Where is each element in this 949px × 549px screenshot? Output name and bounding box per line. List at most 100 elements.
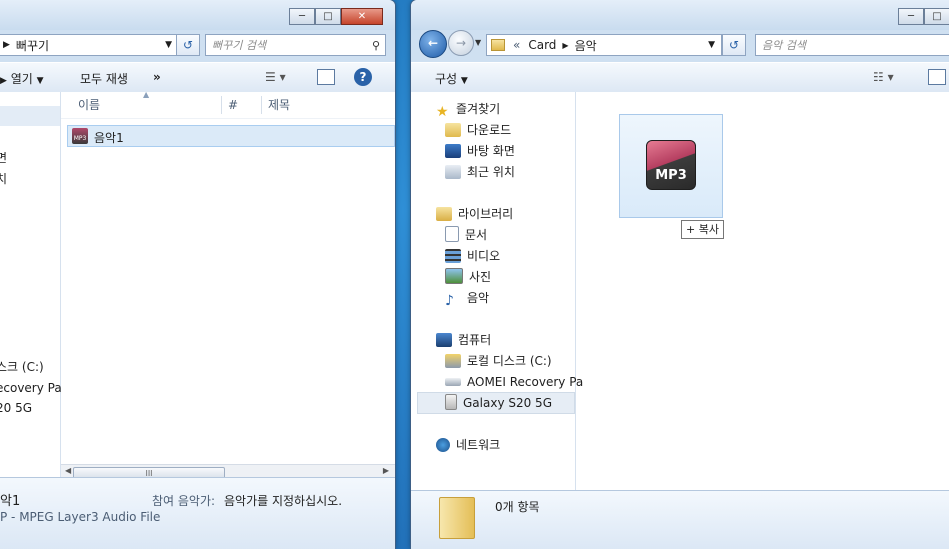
artist-label: 참여 음악가: — [152, 494, 216, 508]
forward-button[interactable]: → — [448, 30, 474, 56]
breadcrumb-overflow[interactable]: « — [513, 38, 520, 52]
nav-item-drive-c[interactable]: 스크 (C:) — [0, 357, 44, 377]
breadcrumb-item[interactable]: 뻐꾸기 — [16, 37, 49, 54]
breadcrumb-item-card[interactable]: Card — [528, 38, 556, 52]
folder-icon — [491, 39, 505, 51]
minimize-button[interactable]: ─ — [289, 8, 315, 25]
column-header-title[interactable]: 제목 — [268, 92, 290, 118]
document-icon — [445, 226, 459, 242]
help-icon[interactable]: ? — [354, 68, 372, 86]
file-row[interactable]: MP3 음악1 — [67, 125, 395, 147]
picture-icon — [445, 268, 463, 284]
nav-libraries[interactable]: 라이브러리 — [436, 204, 513, 224]
nav-label: Galaxy S20 5G — [463, 396, 552, 410]
navigation-pane: ★ 즐겨찾기 다운로드 바탕 화면 최근 위치 라이브러리 문서 비디오 사진 — [411, 92, 583, 490]
nav-item-music[interactable]: ♪ 음악 — [445, 288, 490, 309]
scroll-right-icon[interactable]: ▶ — [383, 466, 389, 475]
scroll-left-icon[interactable]: ◀ — [65, 466, 71, 475]
nav-item[interactable]: 면 — [0, 148, 7, 168]
nav-item-recovery[interactable]: ecovery Pa — [0, 378, 62, 398]
address-dropdown-icon[interactable]: ▼ — [708, 40, 715, 50]
nav-label: 라이브러리 — [458, 207, 514, 221]
preview-pane-icon[interactable] — [928, 69, 946, 85]
nav-label: 로컬 디스크 (C:) — [467, 354, 552, 368]
recent-places-icon — [445, 165, 461, 179]
download-folder-icon — [445, 123, 461, 137]
drag-ghost-tile: MP3 — [619, 114, 723, 218]
nav-label: 컴퓨터 — [458, 333, 492, 347]
hard-drive-icon — [445, 354, 461, 368]
nav-label: 비디오 — [467, 249, 501, 263]
chevron-right-icon: ▶ — [0, 76, 7, 86]
search-input[interactable]: 음악 검색 — [755, 34, 949, 56]
nav-computer[interactable]: 컴퓨터 — [436, 330, 491, 350]
file-name: 음악1 — [94, 131, 124, 145]
nav-item-galaxy[interactable]: Galaxy S20 5G — [445, 393, 552, 413]
column-header-number[interactable]: # — [228, 92, 238, 118]
nav-item-videos[interactable]: 비디오 — [445, 246, 500, 266]
desktop-icon — [445, 144, 461, 158]
address-bar[interactable]: « Card ▶ 음악 ▼ — [486, 34, 722, 56]
nav-label: 음악 — [467, 291, 490, 305]
nav-item-documents[interactable]: 문서 — [445, 225, 487, 245]
breadcrumb-arrow-icon: ▶ — [562, 40, 569, 50]
nav-favorites[interactable]: ★ 즐겨찾기 — [436, 99, 500, 120]
open-label: 열기 — [10, 72, 33, 86]
artist-value-field[interactable]: 음악가를 지정하십시오. — [224, 492, 342, 509]
search-input[interactable]: 뻐꾸기 검색 ⚲ — [205, 34, 386, 56]
music-note-icon: ♪ — [445, 293, 454, 309]
nav-item[interactable]: 치 — [0, 169, 7, 189]
details-file-name: 악1 — [0, 494, 21, 509]
nav-item-local-disk[interactable]: 로컬 디스크 (C:) — [445, 351, 552, 371]
star-icon: ★ — [436, 104, 449, 120]
nav-item-desktop[interactable]: 바탕 화면 — [445, 141, 515, 161]
network-icon — [436, 438, 450, 452]
column-header-name[interactable]: 이름 — [78, 92, 100, 118]
preview-pane-icon[interactable] — [317, 69, 335, 85]
nav-item-aomei[interactable]: AOMEI Recovery Pa — [445, 372, 583, 392]
computer-icon — [436, 333, 452, 347]
history-dropdown-icon[interactable]: ▼ — [475, 38, 481, 47]
view-options-icon[interactable]: ☰ ▾ — [265, 70, 286, 84]
nav-network[interactable]: 네트워크 — [436, 435, 500, 455]
maximize-button[interactable]: □ — [315, 8, 341, 25]
nav-label: 최근 위치 — [467, 165, 515, 179]
play-all-button[interactable]: 모두 재생 — [80, 70, 128, 87]
view-options-icon[interactable]: ☷ ▾ — [873, 70, 894, 84]
close-button[interactable]: ✕ — [341, 8, 383, 25]
nav-label: 네트워크 — [456, 438, 501, 452]
search-icon[interactable]: ⚲ — [372, 39, 380, 52]
navigation-pane: · 면 치 l 스크 (C:) ecovery Pa 20 5G — [0, 92, 62, 477]
nav-label: 바탕 화면 — [467, 144, 515, 158]
maximize-button[interactable]: □ — [924, 8, 949, 25]
toolbar: ▶ 열기 ▼ 모두 재생 » ☰ ▾ ? — [0, 62, 395, 94]
file-area[interactable]: MP3 + 복사 — [576, 92, 949, 490]
nav-item-galaxy[interactable]: 20 5G — [0, 398, 32, 418]
nav-label: 문서 — [465, 228, 488, 242]
open-button[interactable]: ▶ 열기 ▼ — [0, 70, 44, 87]
left-explorer-window: ─ □ ✕ ▶ 뻐꾸기 ▼ ↺ 뻐꾸기 검색 ⚲ ▶ 열기 ▼ 모두 재생 » … — [0, 0, 395, 549]
mp3-file-icon: MP3 — [72, 128, 88, 144]
details-file-type: P - MPEG Layer3 Audio File — [0, 510, 161, 524]
nav-label: AOMEI Recovery Pa — [467, 375, 584, 389]
more-button[interactable]: » — [153, 70, 161, 84]
refresh-button[interactable]: ↺ — [176, 34, 200, 56]
nav-item-recent[interactable]: 최근 위치 — [445, 162, 515, 182]
nav-label: 사진 — [469, 270, 492, 284]
drive-icon — [445, 378, 461, 386]
file-list: 이름 ▲ # 제목 MP3 음악1 ◀ III ▶ — [61, 90, 395, 480]
address-bar[interactable]: ▶ 뻐꾸기 ▼ — [0, 34, 178, 56]
nav-selected-row — [0, 106, 60, 126]
refresh-button[interactable]: ↺ — [722, 34, 746, 56]
left-title-bar[interactable]: ─ □ ✕ — [0, 0, 395, 30]
nav-item-pictures[interactable]: 사진 — [445, 267, 491, 287]
search-placeholder: 음악 검색 — [762, 39, 806, 52]
nav-item-downloads[interactable]: 다운로드 — [445, 120, 511, 140]
breadcrumb-item-music[interactable]: 음악 — [575, 37, 597, 54]
organize-button[interactable]: 구성 ▼ — [435, 70, 468, 87]
minimize-button[interactable]: ─ — [898, 8, 924, 25]
back-button[interactable]: ← — [419, 30, 447, 58]
address-dropdown-icon[interactable]: ▼ — [165, 40, 172, 50]
mp3-file-icon: MP3 — [646, 140, 696, 190]
right-title-bar[interactable]: ─ □ — [411, 0, 949, 30]
